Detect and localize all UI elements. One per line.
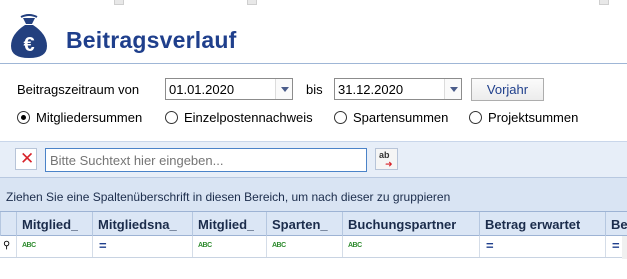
column-header[interactable]: Mitglied_	[16, 212, 92, 236]
radio-circle[interactable]	[469, 111, 482, 124]
window-tick	[247, 0, 257, 5]
previous-year-button[interactable]: Vorjahr	[471, 78, 544, 101]
text-filter-icon[interactable]: ABC	[348, 242, 362, 249]
filter-cell[interactable]: ABC	[192, 236, 266, 257]
filter-cell[interactable]: ABC	[16, 236, 92, 257]
filter-cell[interactable]: =	[479, 236, 605, 257]
column-header-label: Mitglied_	[22, 217, 79, 232]
column-header-label: Buchungspartner	[348, 217, 457, 232]
page-header: € Beitragsverlauf	[0, 6, 627, 63]
filter-row-indicator: ⚲	[0, 236, 16, 257]
close-icon: ✕	[20, 149, 35, 168]
radio-label: Spartensummen	[353, 110, 449, 125]
column-header[interactable]: Mitglied_	[192, 212, 266, 236]
column-header[interactable]: Betrag erwartet	[479, 212, 605, 236]
chevron-down-icon[interactable]	[444, 79, 461, 99]
to-label: bis	[306, 82, 323, 97]
money-bag-euro-icon: €	[11, 14, 47, 58]
row-indicator-header	[0, 212, 16, 236]
equals-filter-icon[interactable]: =	[486, 238, 494, 253]
filter-cell[interactable]: =	[92, 236, 192, 257]
column-header[interactable]: Be	[605, 212, 627, 236]
period-label: Beitragszeitraum von	[17, 82, 140, 97]
search-panel: ✕ ab ➜	[0, 141, 627, 177]
auto-filter-row: ⚲ ABC = ABC ABC ABC = =	[0, 236, 627, 258]
svg-text:€: €	[23, 34, 34, 56]
arrow-icon: ➜	[385, 159, 393, 169]
filter-cell[interactable]: ABC	[266, 236, 342, 257]
filter-cell[interactable]: ABC	[342, 236, 479, 257]
column-header-label: Mitgliedsna_	[98, 217, 177, 232]
vertical-scrollbar[interactable]	[622, 236, 627, 259]
column-header[interactable]: Mitgliedsna_	[92, 212, 192, 236]
radio-circle-selected[interactable]	[17, 111, 30, 124]
text-filter-icon[interactable]: ABC	[272, 242, 286, 249]
filter-cell[interactable]: =	[605, 236, 622, 257]
column-header[interactable]: Sparten_	[266, 212, 342, 236]
text-filter-icon[interactable]: ABC	[22, 242, 36, 249]
radio-label: Mitgliedersummen	[36, 110, 143, 125]
find-button[interactable]: ab ➜	[375, 148, 398, 170]
clear-search-button[interactable]: ✕	[15, 148, 37, 170]
grid-header: Mitglied_ Mitgliedsna_ Mitglied_ Sparten…	[0, 211, 627, 236]
date-from-value: 01.01.2020	[169, 82, 235, 97]
grid-body	[0, 259, 627, 279]
column-header-label: Be	[611, 217, 627, 232]
radio-circle[interactable]	[165, 111, 178, 124]
header-divider	[0, 63, 627, 64]
date-from-field[interactable]: 01.01.2020	[165, 78, 293, 100]
radio-circle[interactable]	[334, 111, 347, 124]
date-to-value: 31.12.2020	[338, 82, 404, 97]
chevron-down-icon[interactable]	[275, 79, 292, 99]
column-header[interactable]: Buchungspartner	[342, 212, 479, 236]
window-tick	[599, 0, 609, 5]
group-hint-text: Ziehen Sie eine Spaltenüberschrift in di…	[6, 190, 451, 204]
pin-icon: ⚲	[3, 240, 11, 251]
equals-filter-icon[interactable]: =	[99, 238, 107, 253]
date-to-field[interactable]: 31.12.2020	[334, 78, 462, 100]
radio-label: Einzelpostennachweis	[184, 110, 313, 125]
group-by-panel[interactable]: Ziehen Sie eine Spaltenüberschrift in di…	[0, 177, 627, 211]
search-input[interactable]	[45, 148, 367, 172]
column-header-label: Sparten_	[272, 217, 328, 232]
column-header-label: Betrag erwartet	[485, 217, 581, 232]
equals-filter-icon[interactable]: =	[612, 238, 620, 253]
window-tick	[114, 0, 124, 5]
column-header-label: Mitglied_	[198, 217, 255, 232]
text-filter-icon[interactable]: ABC	[198, 242, 212, 249]
page-title: Beitragsverlauf	[66, 27, 237, 53]
radio-label: Projektsummen	[488, 110, 579, 125]
